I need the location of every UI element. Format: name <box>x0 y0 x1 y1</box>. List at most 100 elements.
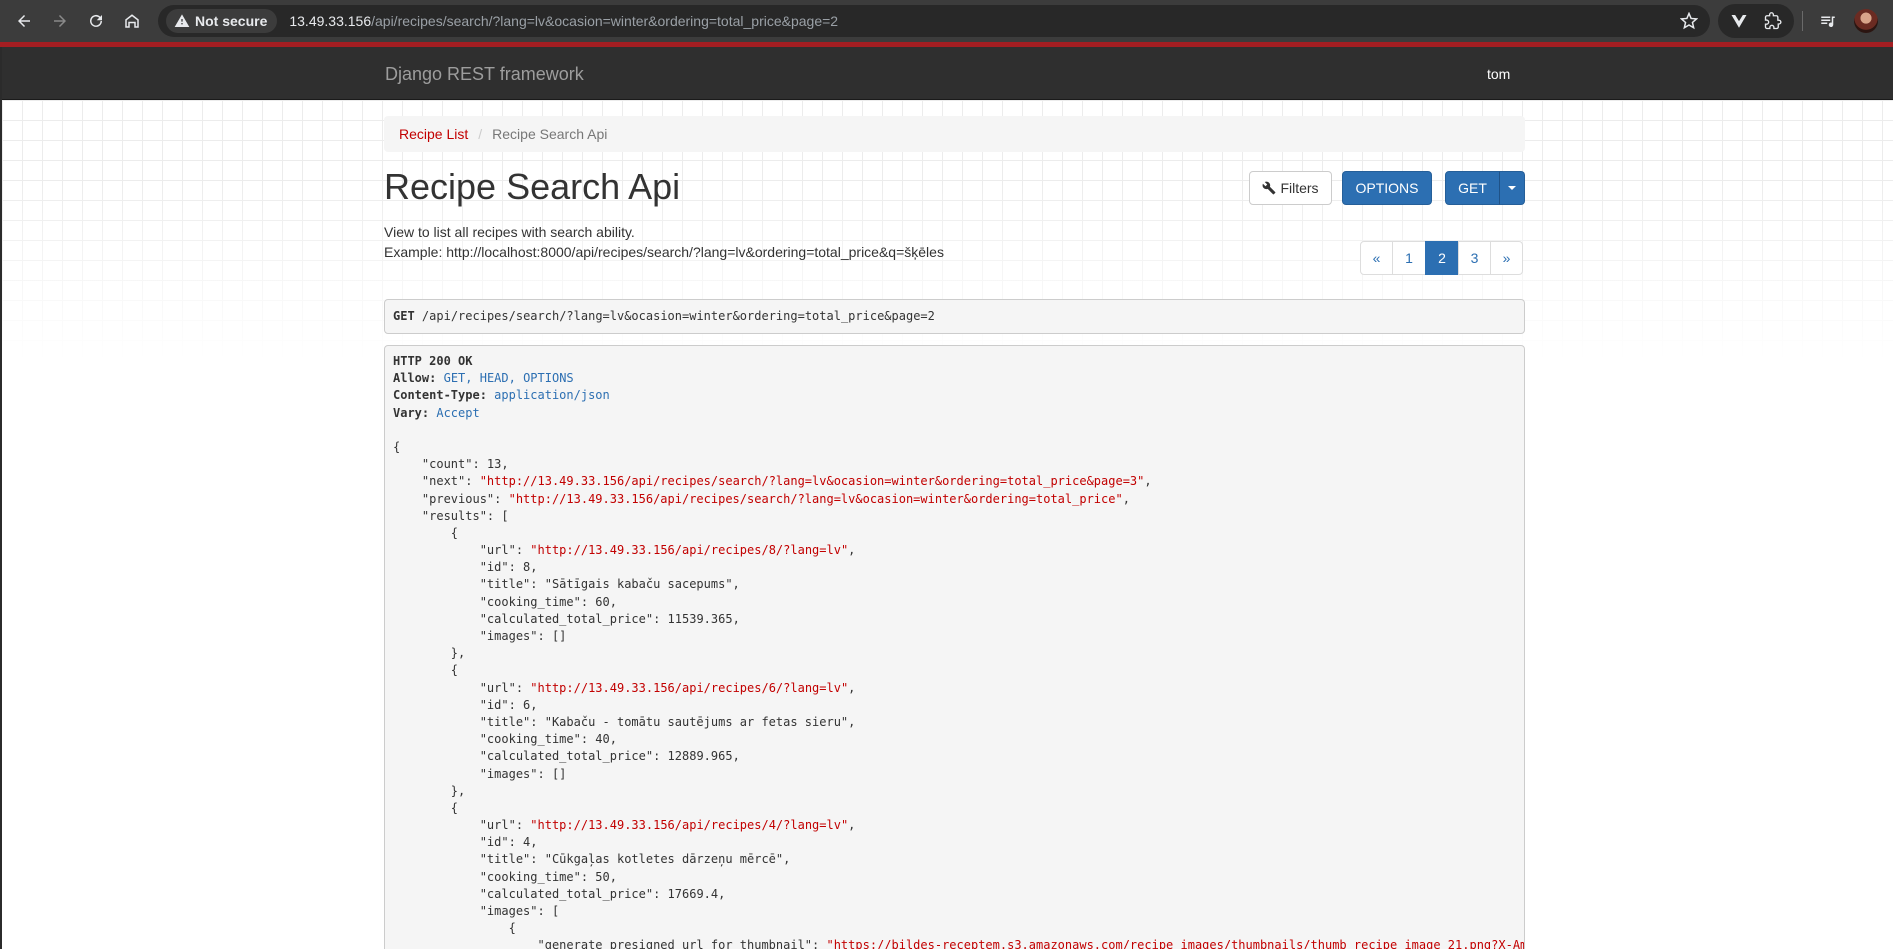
json-value: 13, <box>486 457 509 472</box>
json-value: [ <box>501 508 509 523</box>
json-line: "results": [ <box>393 508 509 523</box>
json-value: 8, <box>523 560 538 575</box>
json-value: { <box>450 800 459 815</box>
extensions-group <box>1718 4 1794 38</box>
json-link-value[interactable]: "http://13.49.33.156/api/recipes/8/?lang… <box>530 543 848 557</box>
json-line: "images": [ <box>393 904 560 918</box>
json-line: "title": "Sātīgais kabaču sacepums", <box>393 577 740 592</box>
caret-down-icon <box>1508 186 1516 190</box>
json-value: { <box>508 921 516 936</box>
json-value: 60, <box>595 594 617 609</box>
json-line: "previous": "http://13.49.33.156/api/rec… <box>393 491 1130 506</box>
profile-avatar[interactable] <box>1849 4 1883 38</box>
json-line: "cooking_time": 50, <box>393 869 617 884</box>
json-line: { <box>393 439 1516 456</box>
get-format-dropdown[interactable] <box>1499 171 1525 205</box>
reload-icon[interactable] <box>78 3 114 39</box>
json-line: }, <box>393 645 1516 662</box>
json-value: [] <box>551 766 567 781</box>
response-info: HTTP 200 OK Allow: GET, HEAD, OPTIONS Co… <box>384 345 1525 949</box>
json-line: "title": "Cūkgaļas kotletes dārzeņu mērc… <box>393 852 791 867</box>
header-value[interactable]: GET, HEAD, OPTIONS <box>444 371 574 385</box>
filters-button[interactable]: Filters <box>1249 171 1332 205</box>
pagination-next[interactable]: » <box>1490 241 1523 275</box>
user-menu[interactable]: tom <box>1487 66 1510 82</box>
json-line: "url": "http://13.49.33.156/api/recipes/… <box>393 680 856 695</box>
url-text[interactable]: 13.49.33.156/api/recipes/search/?lang=lv… <box>289 13 838 29</box>
json-line: "title": "Kabaču - tomātu sautējums ar f… <box>393 714 856 729</box>
json-link-value[interactable]: "http://13.49.33.156/api/recipes/search/… <box>509 492 1123 506</box>
json-line: "id": 6, <box>393 697 538 712</box>
json-line: "calculated_total_price": 11539.365, <box>393 611 740 626</box>
response-header: Allow: GET, HEAD, OPTIONS <box>393 370 1516 387</box>
json-line: "url": "http://13.49.33.156/api/recipes/… <box>393 818 856 833</box>
response-header: Content-Type: application/json <box>393 387 1516 404</box>
wrench-icon <box>1262 181 1276 195</box>
drf-navbar: Django REST framework tom <box>2 47 1893 100</box>
json-line: "id": 8, <box>393 560 538 575</box>
json-line: "calculated_total_price": 17669.4, <box>393 886 726 901</box>
header-name: Allow: <box>393 371 437 386</box>
request-method: GET <box>393 309 415 323</box>
response-body: { "count": 13, "next": "http://13.49.33.… <box>393 439 1524 949</box>
header-value[interactable]: Accept <box>436 406 479 420</box>
warning-icon <box>174 14 190 27</box>
json-link-value[interactable]: "http://13.49.33.156/api/recipes/6/?lang… <box>530 681 848 695</box>
address-bar[interactable]: Not secure 13.49.33.156/api/recipes/sear… <box>158 5 1710 37</box>
json-value: [] <box>551 629 567 643</box>
json-line: "generate_presigned_url_for_thumbnail": … <box>393 937 1524 949</box>
pagination: « 1 2 3 » <box>1360 241 1523 275</box>
json-value: { <box>393 439 401 454</box>
bookmark-star-icon[interactable] <box>1680 12 1698 30</box>
json-value: 4, <box>523 835 538 850</box>
response-status: HTTP 200 OK <box>393 354 473 368</box>
json-value: "Kabaču - tomātu sautējums ar fetas sier… <box>544 714 856 729</box>
json-line: "images": [] <box>393 629 567 643</box>
json-link-value[interactable]: "http://13.49.33.156/api/recipes/search/… <box>480 474 1145 488</box>
pagination-previous[interactable]: « <box>1360 241 1393 275</box>
page-title: Recipe Search Api <box>384 166 681 207</box>
json-line: "cooking_time": 60, <box>393 594 617 609</box>
header-value[interactable]: application/json <box>494 388 610 402</box>
json-value: 12889.965, <box>667 749 740 764</box>
get-button[interactable]: GET <box>1445 171 1500 205</box>
home-icon[interactable] <box>114 3 150 39</box>
description-example: Example: http://localhost:8000/api/recip… <box>384 244 944 260</box>
pagination-page-3[interactable]: 3 <box>1458 241 1491 275</box>
json-line: { <box>393 525 1516 542</box>
extensions-puzzle-icon[interactable] <box>1756 4 1790 38</box>
json-link-value[interactable]: "http://13.49.33.156/api/recipes/4/?lang… <box>530 818 848 832</box>
json-value: 17669.4, <box>667 886 726 901</box>
browser-toolbar: Not secure 13.49.33.156/api/recipes/sear… <box>0 0 1893 42</box>
json-value: "Cūkgaļas kotletes dārzeņu mērcē", <box>544 852 791 867</box>
json-value: [ <box>551 904 560 918</box>
json-value: 6, <box>523 697 538 712</box>
json-line: "cooking_time": 40, <box>393 732 617 747</box>
page-description: View to list all recipes with search abi… <box>384 222 944 262</box>
filters-label: Filters <box>1280 180 1319 196</box>
pagination-page-2[interactable]: 2 <box>1425 241 1459 275</box>
json-value: { <box>450 525 459 540</box>
breadcrumb-current: Recipe Search Api <box>492 126 608 142</box>
json-value: 50, <box>595 869 617 884</box>
url-host: 13.49.33.156 <box>289 13 372 29</box>
pagination-page-1[interactable]: 1 <box>1392 241 1426 275</box>
back-icon[interactable] <box>6 3 42 39</box>
breadcrumb-recipe-list[interactable]: Recipe List <box>399 126 468 142</box>
options-button[interactable]: OPTIONS <box>1342 171 1432 205</box>
json-value: "Sātīgais kabaču sacepums", <box>544 577 740 592</box>
json-link-value[interactable]: "https://bildes-receptem.s3.amazonaws.co… <box>826 938 1524 949</box>
media-controls-icon[interactable] <box>1811 4 1845 38</box>
security-chip[interactable]: Not secure <box>166 9 278 33</box>
description-line: View to list all recipes with search abi… <box>384 224 635 240</box>
json-line: { <box>393 800 1516 817</box>
forward-icon[interactable] <box>42 3 78 39</box>
response-header: Vary: Accept <box>393 405 1516 422</box>
brand-link[interactable]: Django REST framework <box>385 64 584 85</box>
json-line: "next": "http://13.49.33.156/api/recipes… <box>393 474 1152 489</box>
json-line: { <box>393 920 1516 937</box>
header-name: Content-Type: <box>393 388 487 403</box>
json-value: }, <box>450 646 466 661</box>
vue-devtools-icon[interactable] <box>1722 4 1756 38</box>
